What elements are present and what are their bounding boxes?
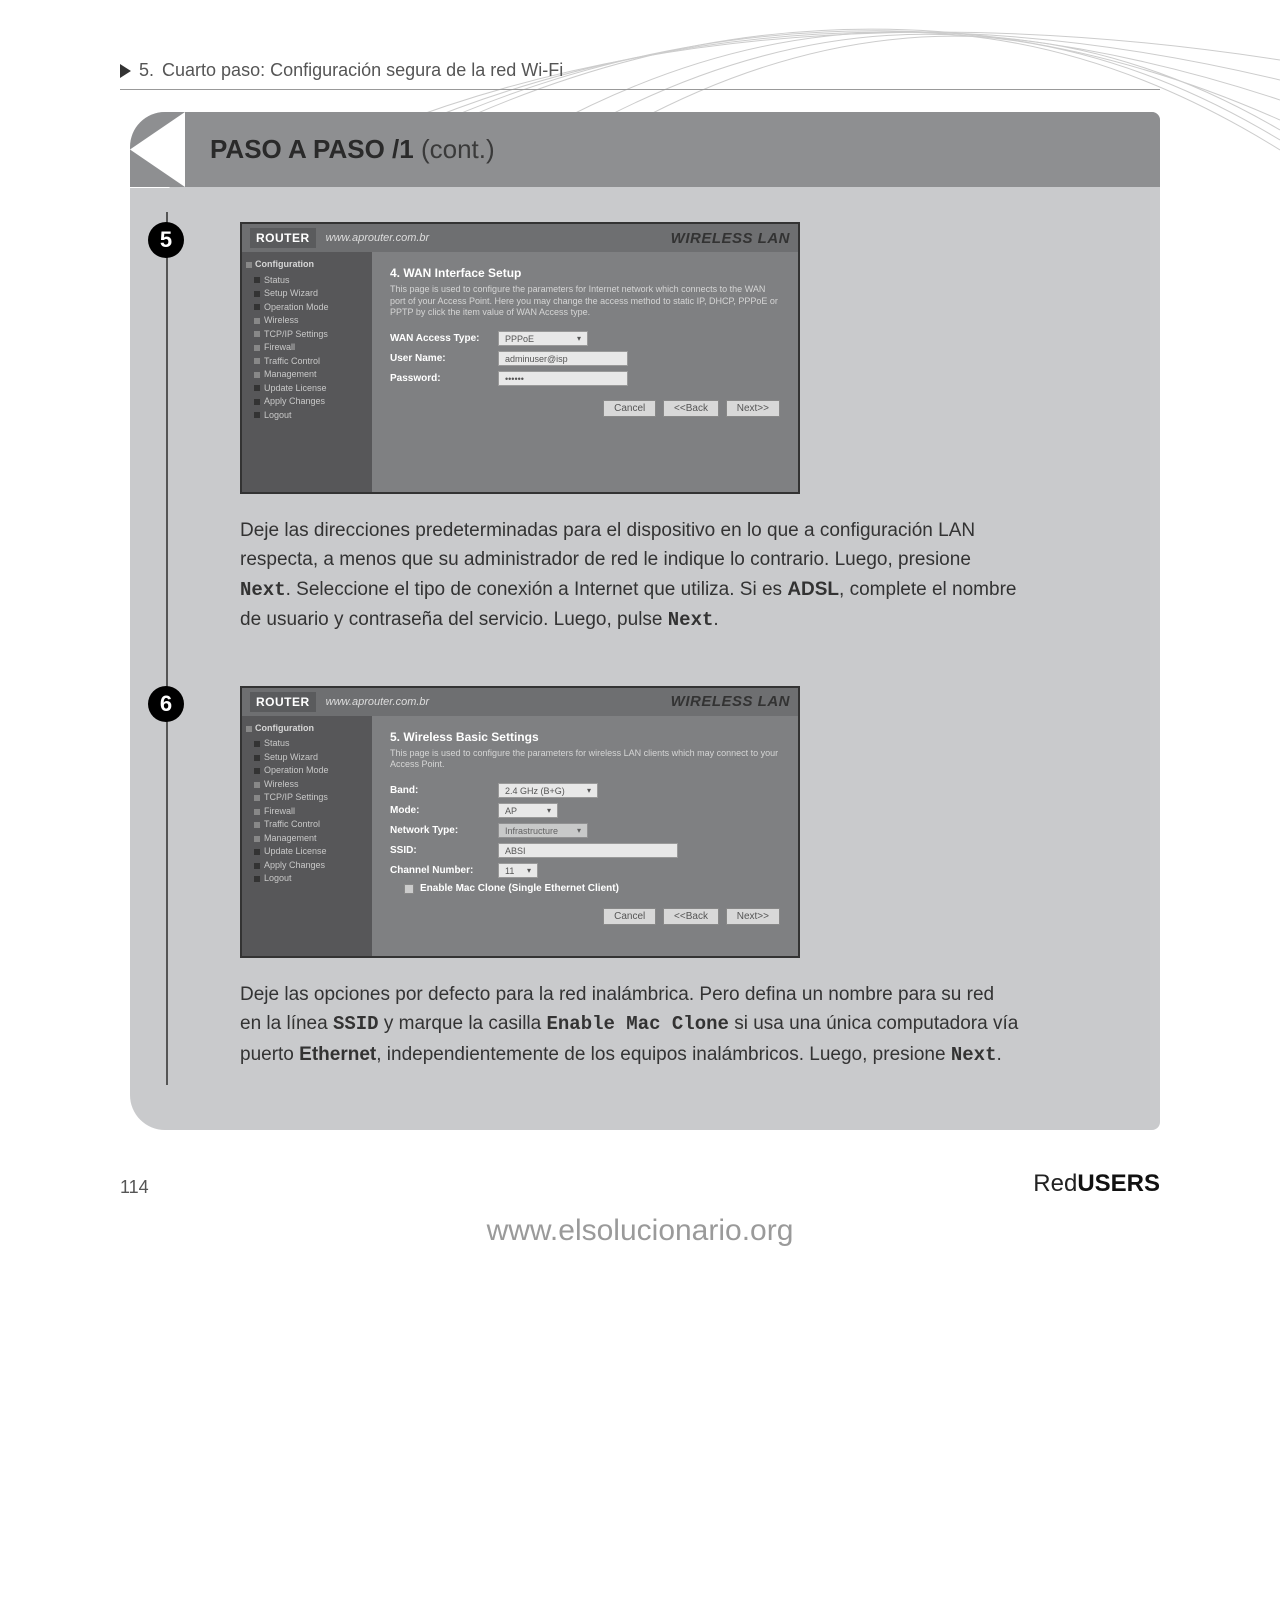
network-type-label: Network Type: [390, 825, 490, 836]
wan-access-select[interactable]: PPPoE [498, 331, 588, 346]
panel-heading: 5. Wireless Basic Settings [390, 730, 780, 744]
step-card: PASO A PASO /1 (cont.) 5 ROUTER www.apro… [130, 112, 1160, 1130]
chapter-title: Cuarto paso: Configuración segura de la … [162, 60, 563, 81]
publisher-brand: RedUSERS [1033, 1170, 1160, 1198]
next-button[interactable]: Next>> [726, 400, 780, 417]
router-brand: WIRELESS LAN [671, 693, 790, 710]
username-label: User Name: [390, 353, 490, 364]
channel-select[interactable]: 11 [498, 863, 538, 878]
page-number: 114 [120, 1177, 149, 1198]
username-input[interactable]: adminuser@isp [498, 351, 628, 366]
step-5-caption: Deje las direcciones predeterminadas par… [240, 516, 1020, 636]
mode-label: Mode: [390, 805, 490, 816]
router-brand: WIRELESS LAN [671, 230, 790, 247]
router-url: www.aprouter.com.br [326, 696, 671, 708]
wan-access-label: WAN Access Type: [390, 333, 490, 344]
site-url: www.elsolucionario.org [0, 1208, 1280, 1278]
network-type-select[interactable]: Infrastructure [498, 823, 588, 838]
chapter-number: 5. [139, 60, 154, 81]
router-logo: ROUTER [250, 228, 316, 248]
step-5: 5 ROUTER www.aprouter.com.br WIRELESS LA… [130, 187, 1160, 651]
mode-select[interactable]: AP [498, 803, 558, 818]
mac-clone-checkbox[interactable] [404, 884, 414, 894]
password-input[interactable]: •••••• [498, 371, 628, 386]
cancel-button[interactable]: Cancel [603, 400, 656, 417]
step-6: 6 ROUTER www.aprouter.com.br WIRELESS LA… [130, 651, 1160, 1085]
band-select[interactable]: 2.4 GHz (B+G) [498, 783, 598, 798]
password-label: Password: [390, 373, 490, 384]
channel-label: Channel Number: [390, 865, 490, 876]
step-number-badge: 5 [148, 222, 184, 258]
router-screenshot-6: ROUTER www.aprouter.com.br WIRELESS LAN … [240, 686, 800, 958]
router-screenshot-5: ROUTER www.aprouter.com.br WIRELESS LAN … [240, 222, 800, 494]
page-footer: 114 RedUSERS [0, 1150, 1280, 1208]
ssid-input[interactable]: ABSI [498, 843, 678, 858]
router-url: www.aprouter.com.br [326, 232, 671, 244]
router-logo: ROUTER [250, 692, 316, 712]
card-header: PASO A PASO /1 (cont.) [130, 112, 1160, 187]
back-button[interactable]: <<Back [663, 400, 719, 417]
step-number-badge: 6 [148, 686, 184, 722]
panel-desc: This page is used to configure the param… [390, 284, 780, 319]
ssid-label: SSID: [390, 845, 490, 856]
next-button[interactable]: Next>> [726, 908, 780, 925]
router-nav: Configuration Status Setup Wizard Operat… [242, 252, 372, 492]
band-label: Band: [390, 785, 490, 796]
panel-heading: 4. WAN Interface Setup [390, 266, 780, 280]
chapter-heading: 5. Cuarto paso: Configuración segura de … [120, 60, 1160, 90]
triangle-icon [120, 64, 131, 78]
panel-desc: This page is used to configure the param… [390, 748, 780, 771]
mac-clone-label: Enable Mac Clone (Single Ethernet Client… [420, 883, 619, 894]
back-button[interactable]: <<Back [663, 908, 719, 925]
card-title-main: PASO A PASO /1 [210, 134, 414, 164]
card-title-suffix: (cont.) [421, 134, 495, 164]
router-nav: Configuration Status Setup Wizard Operat… [242, 716, 372, 956]
step-6-caption: Deje las opciones por defecto para la re… [240, 980, 1020, 1070]
cancel-button[interactable]: Cancel [603, 908, 656, 925]
